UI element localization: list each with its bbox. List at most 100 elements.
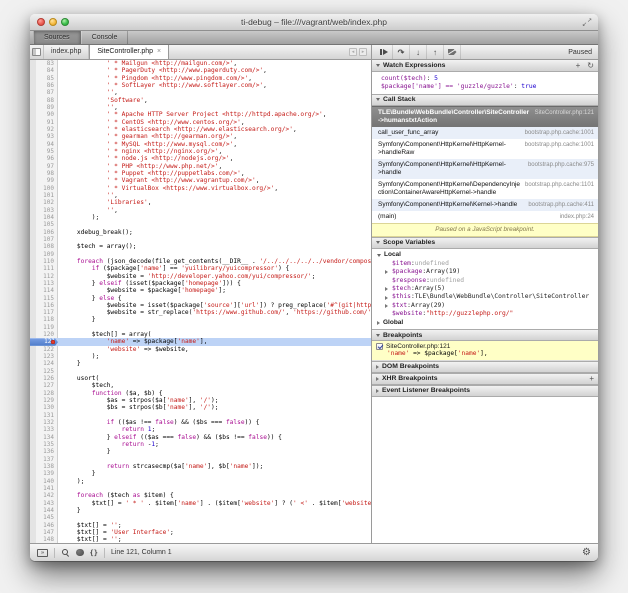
- code-text[interactable]: $website = str_replace('https://www.gith…: [58, 309, 371, 316]
- file-tab-index.php[interactable]: index.php: [44, 45, 89, 59]
- line-number[interactable]: 85: [30, 75, 58, 82]
- code-text[interactable]: foreach (json_decode(file_get_contents(_…: [58, 258, 371, 265]
- line-number[interactable]: 146: [30, 522, 58, 529]
- pretty-print-icon[interactable]: {}: [90, 549, 98, 557]
- code-editor[interactable]: 83 ' * Mailgun <http://mailgun.com/>',84…: [30, 60, 372, 543]
- line-number[interactable]: 100: [30, 185, 58, 192]
- expand-icon[interactable]: [385, 296, 392, 300]
- line-number[interactable]: 97: [30, 163, 58, 170]
- code-text[interactable]: $website = isset($package['source']['url…: [58, 302, 371, 309]
- line-number[interactable]: 90: [30, 111, 58, 118]
- step-into-button[interactable]: ↓: [410, 45, 427, 59]
- code-text[interactable]: 'name' => $package['name'],: [58, 338, 371, 345]
- minimize-window-button[interactable]: [49, 18, 57, 26]
- code-text[interactable]: usort(: [58, 375, 371, 382]
- resume-button[interactable]: [376, 45, 393, 59]
- code-text[interactable]: $tech,: [58, 382, 371, 389]
- scope-variable-row[interactable]: $response: undefined: [372, 277, 598, 285]
- line-number[interactable]: 99: [30, 177, 58, 184]
- code-text[interactable]: '',: [58, 89, 371, 96]
- line-number[interactable]: 104: [30, 214, 58, 221]
- code-text[interactable]: '',: [58, 104, 371, 111]
- code-text[interactable]: } elseif (($as === false) && ($bs !== fa…: [58, 434, 371, 441]
- line-number[interactable]: 136: [30, 448, 58, 455]
- line-number[interactable]: 141: [30, 485, 58, 492]
- watch-expression-row[interactable]: count($tech): 5: [372, 75, 598, 83]
- code-text[interactable]: '',: [58, 192, 371, 199]
- code-text[interactable]: ' * nginx <http://nginx.org/>',: [58, 148, 371, 155]
- line-number[interactable]: 133: [30, 426, 58, 433]
- line-number[interactable]: 123: [30, 353, 58, 360]
- line-number[interactable]: 120: [30, 331, 58, 338]
- line-number[interactable]: 109: [30, 251, 58, 258]
- code-text[interactable]: );: [58, 353, 371, 360]
- line-number[interactable]: 132: [30, 419, 58, 426]
- xhr-breakpoints-header[interactable]: XHR Breakpoints +: [372, 373, 598, 385]
- code-text[interactable]: [58, 412, 371, 419]
- stack-frame[interactable]: bootstrap.php.cache:1001call_user_func_a…: [372, 127, 598, 139]
- stack-frame[interactable]: index.php:24(main): [372, 211, 598, 223]
- code-text[interactable]: 'website' => $website,: [58, 346, 371, 353]
- file-tab-sitecontroller.php[interactable]: SiteController.php×: [89, 45, 169, 59]
- line-number[interactable]: 127: [30, 382, 58, 389]
- code-text[interactable]: $txt[] = ' * ' . $item['name'] . ($item[…: [58, 500, 371, 507]
- add-xhr-breakpoint-icon[interactable]: +: [589, 375, 594, 383]
- line-number[interactable]: 119: [30, 324, 58, 331]
- code-text[interactable]: }: [58, 316, 371, 323]
- line-number[interactable]: 140: [30, 478, 58, 485]
- line-number[interactable]: 108: [30, 243, 58, 250]
- line-number[interactable]: 110: [30, 258, 58, 265]
- code-text[interactable]: );: [58, 214, 371, 221]
- code-text[interactable]: 'Software',: [58, 97, 371, 104]
- line-number[interactable]: 129: [30, 397, 58, 404]
- event-listener-breakpoints-header[interactable]: Event Listener Breakpoints: [372, 385, 598, 397]
- code-text[interactable]: $txt[] = '';: [58, 536, 371, 543]
- code-text[interactable]: [58, 456, 371, 463]
- close-window-button[interactable]: [37, 18, 45, 26]
- scope-variable-row[interactable]: $website: "http://guzzlephp.org/": [372, 310, 598, 318]
- line-number[interactable]: 137: [30, 456, 58, 463]
- show-navigator-button[interactable]: [30, 45, 44, 59]
- code-text[interactable]: [58, 324, 371, 331]
- line-number[interactable]: 96: [30, 155, 58, 162]
- line-number[interactable]: 116: [30, 302, 58, 309]
- code-text[interactable]: }: [58, 470, 371, 477]
- line-number[interactable]: 89: [30, 104, 58, 111]
- next-tab-icon[interactable]: ▸: [359, 48, 367, 56]
- console-toggle-icon[interactable]: »: [37, 549, 48, 557]
- zoom-window-button[interactable]: [61, 18, 69, 26]
- code-text[interactable]: ' * Apache HTTP Server Project <http://h…: [58, 111, 371, 118]
- line-number[interactable]: 112: [30, 273, 58, 280]
- code-text[interactable]: return -1;: [58, 441, 371, 448]
- execution-pointer[interactable]: 121: [30, 338, 58, 345]
- gear-icon[interactable]: ⚙: [582, 548, 591, 558]
- line-number[interactable]: 124: [30, 360, 58, 367]
- breakpoint-item[interactable]: SiteController.php:121'name' => $package…: [372, 341, 598, 361]
- stack-frame[interactable]: bootstrap.php.cache:1001Symfony\Componen…: [372, 139, 598, 159]
- breakpoint-dot[interactable]: [51, 340, 55, 344]
- code-text[interactable]: [58, 251, 371, 258]
- line-number[interactable]: 142: [30, 492, 58, 499]
- line-number[interactable]: 122: [30, 346, 58, 353]
- line-number[interactable]: 94: [30, 141, 58, 148]
- line-number[interactable]: 117: [30, 309, 58, 316]
- line-number[interactable]: 134: [30, 434, 58, 441]
- line-number[interactable]: 131: [30, 412, 58, 419]
- line-number[interactable]: 114: [30, 287, 58, 294]
- code-text[interactable]: } elseif (isset($package['homepage'])) {: [58, 280, 371, 287]
- code-text[interactable]: ' * Puppet <http://puppetlabs.com/>',: [58, 170, 371, 177]
- toolbar-tab-console[interactable]: Console: [81, 31, 129, 44]
- code-text[interactable]: ' * PHP <http://www.php.net/>',: [58, 163, 371, 170]
- code-text[interactable]: $txt[] = '';: [58, 522, 371, 529]
- call-stack-header[interactable]: Call Stack: [372, 94, 598, 106]
- code-text[interactable]: $tech = array();: [58, 243, 371, 250]
- line-number[interactable]: 145: [30, 514, 58, 521]
- code-text[interactable]: [58, 236, 371, 243]
- dom-breakpoints-header[interactable]: DOM Breakpoints: [372, 361, 598, 373]
- breakpoint-checkbox[interactable]: [376, 343, 383, 350]
- line-number[interactable]: 93: [30, 133, 58, 140]
- code-text[interactable]: [58, 514, 371, 521]
- code-text[interactable]: function ($a, $b) {: [58, 390, 371, 397]
- line-number[interactable]: 86: [30, 82, 58, 89]
- scope-variable-row[interactable]: $tech: Array(5): [372, 285, 598, 293]
